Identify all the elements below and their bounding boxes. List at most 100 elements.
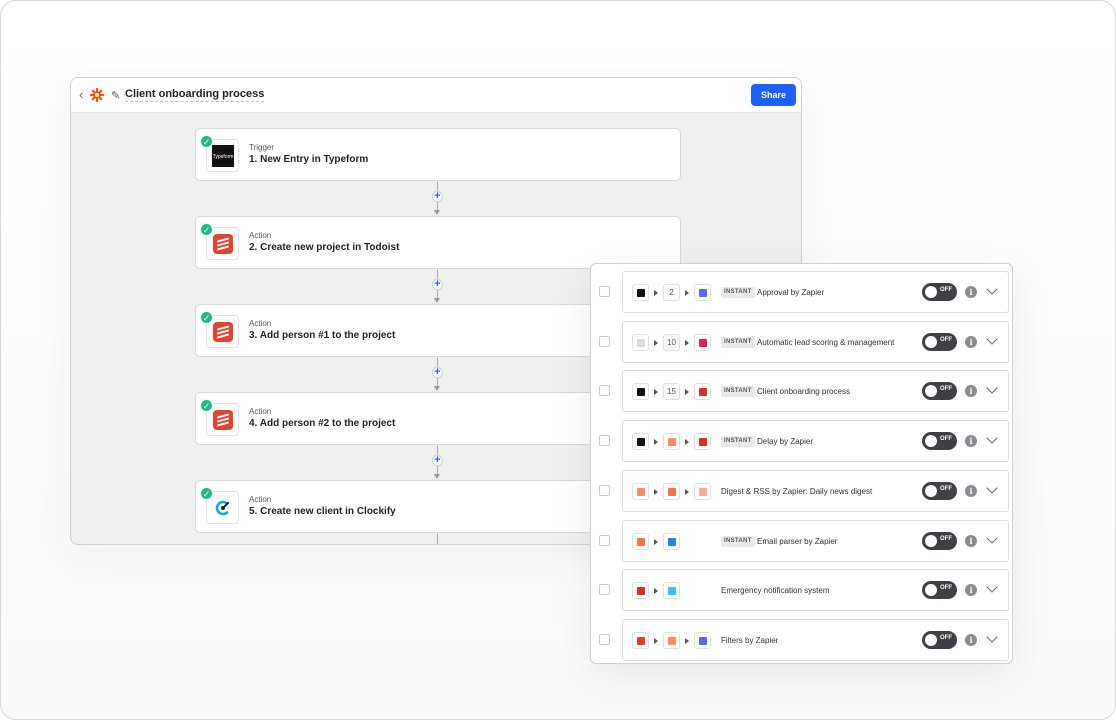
zap-on-off-toggle[interactable]: OFF [922,432,957,451]
zap-select-checkbox[interactable] [599,385,610,397]
zap-app-icon [632,582,649,600]
zap-title[interactable]: Client onboarding process [125,88,265,102]
zap-step-count: 2 [663,284,680,301]
add-step-button[interactable]: + [432,191,443,202]
zap-row[interactable]: INSTANT Email parser by Zapier OFF i [591,519,1012,562]
zap-row[interactable]: Filters by Zapier OFF i [591,618,1012,661]
zap-name[interactable]: Client onboarding process [757,386,850,397]
chevron-down-icon[interactable] [986,333,998,345]
chevron-down-icon[interactable] [986,531,998,544]
zap-select-checkbox[interactable] [599,584,610,596]
info-icon[interactable]: i [965,534,977,547]
zap-on-off-toggle[interactable]: OFF [922,630,957,649]
zap-select-checkbox[interactable] [599,286,610,297]
workflow-step-1[interactable]: Typeform ✓ Trigger 1. New Entry in Typef… [195,128,681,181]
zap-app-icon [663,433,680,451]
zap-name[interactable]: Email parser by Zapier [757,536,837,547]
zap-app-icon [694,284,711,301]
info-icon[interactable]: i [965,484,977,497]
toggle-knob [925,633,937,646]
chain-arrow-icon [685,439,689,446]
chevron-down-icon[interactable] [986,283,998,295]
zap-row[interactable]: INSTANT Delay by Zapier OFF i [591,420,1012,463]
info-icon[interactable]: i [965,435,977,448]
zap-name[interactable]: Filters by Zapier [721,635,778,646]
toggle-label: OFF [940,634,952,641]
zap-card[interactable]: 10 INSTANT Automatic lead scoring & manage… [622,320,1009,363]
toggle-label: OFF [940,535,952,542]
step-title: 4. Add person #2 to the project [249,418,396,429]
zapier-logo-icon [90,88,104,102]
zap-name[interactable]: Delay by Zapier [757,436,813,447]
zap-row[interactable]: Emergency notification system OFF i [591,569,1012,612]
zap-on-off-toggle[interactable]: OFF [922,581,957,600]
zap-card[interactable]: INSTANT Email parser by Zapier OFF i [622,519,1009,562]
connector-arrow [434,474,440,479]
zap-card[interactable]: INSTANT Delay by Zapier OFF i [622,420,1009,463]
zap-name[interactable]: Automatic lead scoring & management [757,337,894,348]
step-complete-check-icon: ✓ [200,223,213,236]
add-step-button[interactable]: + [432,455,443,466]
zap-select-checkbox[interactable] [599,335,610,347]
zap-app-icon [694,482,711,500]
zap-row[interactable]: 2 INSTANT Approval by Zapier OFF i [591,271,1012,313]
instant-badge: INSTANT [721,535,755,547]
zap-card[interactable]: 2 INSTANT Approval by Zapier OFF i [622,271,1009,313]
info-icon[interactable]: i [965,385,977,398]
info-icon[interactable]: i [965,633,977,646]
zap-card[interactable]: Digest & RSS by Zapier: Daily news diges… [622,469,1009,512]
chain-arrow-icon [654,588,658,595]
zap-select-checkbox[interactable] [599,435,610,447]
zap-app-icon [632,284,649,301]
zap-name[interactable]: Emergency notification system [721,585,830,596]
step-kind-label: Action [249,495,272,504]
add-step-button[interactable]: + [432,279,443,290]
connector-arrow [434,210,440,215]
zap-app-icon [632,433,649,451]
info-icon[interactable]: i [965,286,977,298]
edit-title-icon[interactable]: ✎ [111,89,120,102]
chevron-down-icon[interactable] [986,631,998,643]
add-step-button[interactable]: + [432,367,443,378]
chevron-down-icon[interactable] [986,432,998,444]
toggle-label: OFF [940,585,952,592]
zap-on-off-toggle[interactable]: OFF [922,332,957,351]
chain-arrow-icon [685,389,689,396]
zap-name[interactable]: Approval by Zapier [757,287,824,298]
zap-app-icon [632,482,649,500]
chain-arrow-icon [654,389,658,396]
connector-arrow [434,386,440,391]
step-kind-label: Action [249,231,272,240]
zap-on-off-toggle[interactable]: OFF [922,382,957,401]
zap-select-checkbox[interactable] [599,633,610,645]
info-icon[interactable]: i [965,335,977,348]
zap-row[interactable]: 15 INSTANT Client onboarding process OFF i [591,370,1012,413]
step-kind-label: Trigger [249,143,275,152]
zap-on-off-toggle[interactable]: OFF [922,481,957,500]
zap-select-checkbox[interactable] [599,534,610,546]
zap-app-icon [663,532,680,550]
chevron-down-icon[interactable] [986,382,998,395]
chevron-down-icon[interactable] [986,482,998,494]
back-icon[interactable]: ‹ [79,87,83,102]
zap-card[interactable]: Filters by Zapier OFF i [622,618,1009,661]
zap-app-icon [632,532,649,550]
step-complete-check-icon: ✓ [200,399,213,412]
zap-name[interactable]: Digest & RSS by Zapier: Daily news diges… [721,486,872,497]
toggle-knob [925,584,937,597]
chain-arrow-icon [654,538,658,545]
zap-on-off-toggle[interactable]: OFF [922,531,957,550]
info-icon[interactable]: i [965,584,977,597]
share-button[interactable]: Share [751,84,796,106]
zap-app-icon [663,631,680,649]
workflow-step-2[interactable]: ✓ Action 2. Create new project in Todois… [195,216,681,269]
zap-on-off-toggle[interactable]: OFF [922,283,957,301]
zap-row[interactable]: Digest & RSS by Zapier: Daily news diges… [591,469,1012,512]
zap-select-checkbox[interactable] [599,484,610,496]
zap-row[interactable]: 10 INSTANT Automatic lead scoring & manage… [591,320,1012,363]
chevron-down-icon[interactable] [986,581,998,593]
zap-card[interactable]: 15 INSTANT Client onboarding process OFF i [622,370,1009,413]
zap-card[interactable]: Emergency notification system OFF i [622,569,1009,612]
zap-step-count: 15 [663,383,680,401]
screenshot-frame: ‹ ✎ Client onboarding process Share + + [0,0,1116,720]
